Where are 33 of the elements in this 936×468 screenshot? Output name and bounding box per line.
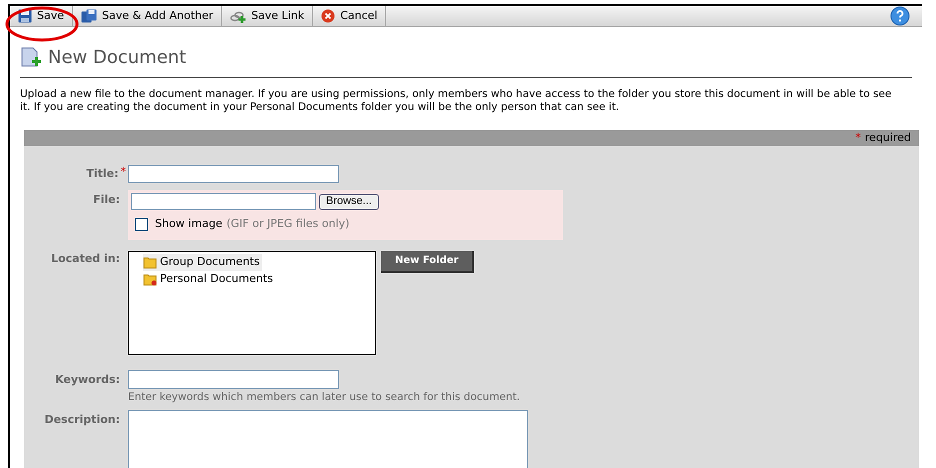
- new-folder-button[interactable]: New Folder: [381, 250, 474, 272]
- required-note: required: [864, 130, 911, 146]
- folder-list[interactable]: Group Documents Personal Documents: [128, 250, 376, 354]
- show-image-label: Show image: [155, 216, 222, 232]
- title-field[interactable]: [128, 165, 339, 183]
- help-icon[interactable]: [890, 6, 910, 26]
- keywords-hint: Enter keywords which members can later use to search for this document.: [128, 390, 520, 404]
- browse-button[interactable]: Browse...: [319, 194, 379, 210]
- checkbox[interactable]: [135, 218, 148, 231]
- title-label: Title:: [86, 166, 118, 182]
- cancel-icon: [321, 9, 336, 23]
- file-label: File:: [92, 192, 121, 208]
- intro-text: Upload a new file to the document manager. If you are using permissions, only members who have access to the folder you store this document in will be able to see it. If you are creating the document in your Personal Documents folder you will be the only person that can see it.: [20, 88, 892, 114]
- folder-icon: [143, 255, 157, 269]
- floppy-disks-icon: [81, 9, 98, 23]
- description-label: Description:: [43, 412, 121, 428]
- located-in-label: Located in:: [50, 250, 121, 266]
- file-field[interactable]: [131, 193, 316, 210]
- chain-link-plus-icon: [230, 9, 246, 23]
- folder-icon: [143, 272, 157, 286]
- required-asterisk: *: [120, 166, 126, 177]
- folder-item[interactable]: Personal Documents: [143, 270, 275, 288]
- file-type-note: (GIF or JPEG files only): [226, 216, 350, 232]
- required-asterisk: *: [855, 130, 861, 146]
- new-document-icon: [20, 46, 42, 68]
- toolbar-button[interactable]: Cancel: [313, 6, 386, 26]
- page-title: New Document: [48, 46, 186, 70]
- toolbar-button[interactable]: Save Link: [222, 6, 312, 26]
- keywords-label: Keywords:: [54, 372, 121, 388]
- description-field[interactable]: [128, 410, 528, 468]
- folder-item[interactable]: Group Documents: [143, 254, 262, 270]
- keywords-field[interactable]: [128, 370, 339, 388]
- toolbar-button[interactable]: Save & Add Another: [73, 6, 222, 26]
